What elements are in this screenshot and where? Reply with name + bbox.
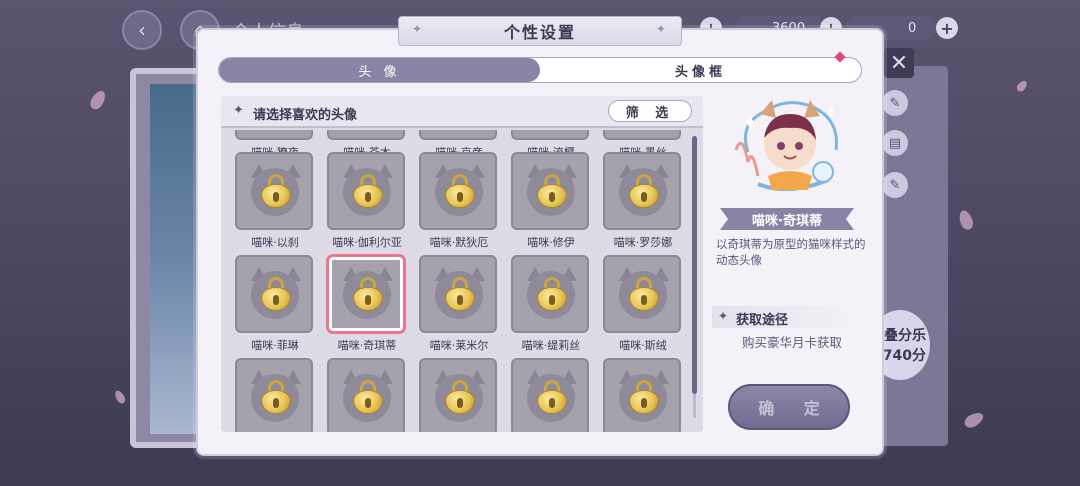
petal-decoration — [1015, 78, 1029, 94]
lock-icon — [353, 277, 383, 311]
avatar-option[interactable] — [235, 358, 315, 432]
avatar-thumbnail[interactable] — [327, 358, 405, 432]
avatar-thumbnail[interactable] — [603, 130, 681, 140]
avatar-option[interactable]: 喵咪·斯绒 — [603, 255, 683, 353]
tab-avatar[interactable]: 头 像 — [219, 58, 540, 82]
lock-icon — [629, 174, 659, 208]
lock-icon — [261, 277, 291, 311]
avatar-option[interactable]: 喵咪·缇莉丝 — [511, 255, 591, 353]
avatar-thumbnail[interactable] — [235, 130, 313, 140]
avatar-option-label: 喵咪·莱米尔 — [429, 339, 489, 352]
avatar-option-label: 喵咪·修伊 — [527, 236, 575, 249]
lock-icon — [353, 380, 383, 414]
avatar-thumbnail[interactable] — [327, 130, 405, 140]
lock-icon — [261, 174, 291, 208]
avatar-thumbnail[interactable] — [327, 255, 405, 333]
avatar-option-label: 喵咪·奇琪蒂 — [337, 339, 397, 352]
avatar-thumbnail[interactable] — [603, 358, 681, 432]
lock-icon — [445, 277, 475, 311]
avatar-option-label: 喵咪·以刹 — [251, 236, 299, 249]
confirm-button[interactable]: 确 定 — [728, 384, 850, 430]
background-side-panel — [878, 66, 948, 446]
avatar-list-panel: ✦ 请选择喜欢的头像 筛 选 喵咪·獠夜喵咪·苍木喵咪·京彦喵咪·流樱喵咪·墨丝… — [221, 96, 703, 432]
avatar-option[interactable] — [419, 358, 499, 432]
avatar-thumbnail[interactable] — [419, 130, 497, 140]
avatar-option[interactable]: 喵咪·奇琪蒂 — [327, 255, 407, 353]
avatar-description: 以奇琪蒂为原型的猫咪样式的动态头像 — [716, 237, 866, 267]
avatar-thumbnail[interactable] — [235, 358, 313, 432]
tab-avatar-frame[interactable]: 头像框 — [540, 58, 861, 82]
avatar-option-label: 喵咪·菲琳 — [251, 339, 299, 352]
sparkle-icon: ✦ — [656, 22, 667, 36]
petal-decoration — [87, 88, 109, 112]
avatar-option-label: 喵咪·罗莎娜 — [613, 236, 673, 249]
petal-decoration — [113, 388, 127, 406]
avatar-thumbnail[interactable] — [511, 358, 589, 432]
avatar-grid[interactable]: 喵咪·獠夜喵咪·苍木喵咪·京彦喵咪·流樱喵咪·墨丝喵咪·以刹喵咪·伽利尔亚喵咪·… — [221, 130, 691, 432]
avatar-thumbnail[interactable] — [327, 152, 405, 230]
document-icon[interactable]: ▤ — [882, 130, 908, 156]
sparkle-icon: ✦ — [412, 22, 423, 36]
dialog-title: 个性设置 — [398, 16, 682, 46]
feather-icon[interactable]: ✎ — [882, 90, 908, 116]
back-icon[interactable]: ‹ — [122, 10, 162, 50]
acquire-header: ✦ 获取途径 — [712, 306, 866, 328]
tab-bar: 头 像 头像框 — [218, 57, 862, 83]
petal-decoration — [962, 409, 986, 431]
avatar-thumbnail[interactable] — [235, 255, 313, 333]
feather-icon[interactable]: ✎ — [882, 172, 908, 198]
sparkle-icon: ✦ — [233, 103, 244, 118]
lock-icon — [261, 380, 291, 414]
avatar-thumbnail[interactable] — [511, 130, 589, 140]
avatar-thumbnail[interactable] — [419, 152, 497, 230]
avatar-thumbnail[interactable] — [511, 152, 589, 230]
avatar-option[interactable] — [327, 358, 407, 432]
lock-icon — [629, 380, 659, 414]
acquire-method: 购买豪华月卡获取 — [741, 335, 842, 350]
lock-icon — [537, 174, 567, 208]
list-header: ✦ 请选择喜欢的头像 筛 选 — [221, 96, 703, 128]
selected-avatar-preview — [728, 92, 848, 202]
avatar-option[interactable] — [603, 358, 683, 432]
close-icon[interactable]: ✕ — [884, 48, 914, 78]
avatar-option[interactable]: 喵咪·以刹 — [235, 152, 315, 250]
avatar-thumbnail[interactable] — [419, 358, 497, 432]
lock-icon — [537, 380, 567, 414]
avatar-option[interactable]: 喵咪·莱米尔 — [419, 255, 499, 353]
avatar-option[interactable]: 喵咪·菲琳 — [235, 255, 315, 353]
lock-icon — [629, 277, 659, 311]
avatar-option[interactable]: 喵咪·修伊 — [511, 152, 591, 250]
add-currency-icon[interactable]: + — [936, 17, 958, 39]
avatar-thumbnail[interactable] — [235, 152, 313, 230]
list-header-label: 请选择喜欢的头像 — [253, 108, 358, 123]
avatar-option[interactable] — [511, 358, 591, 432]
lock-icon — [445, 174, 475, 208]
selected-avatar-name: 喵咪·奇琪蒂 — [720, 208, 854, 230]
avatar-option[interactable]: 喵咪·默狄厄 — [419, 152, 499, 250]
filter-button[interactable]: 筛 选 — [608, 100, 692, 122]
avatar-option[interactable]: 喵咪·罗莎娜 — [603, 152, 683, 250]
avatar-thumbnail[interactable] — [603, 255, 681, 333]
avatar-option-label: 喵咪·默狄厄 — [429, 236, 489, 249]
sparkle-icon: ✦ — [718, 309, 729, 323]
acquire-title: 获取途径 — [736, 313, 789, 328]
avatar-thumbnail[interactable] — [511, 255, 589, 333]
avatar-thumbnail[interactable] — [603, 152, 681, 230]
avatar-option-label: 喵咪·伽利尔亚 — [332, 236, 402, 249]
avatar-thumbnail[interactable] — [419, 255, 497, 333]
scrollbar-thumb[interactable] — [692, 136, 697, 394]
lock-icon — [537, 277, 567, 311]
lock-icon — [353, 174, 383, 208]
avatar-option[interactable]: 喵咪·伽利尔亚 — [327, 152, 407, 250]
avatar-option-label: 喵咪·斯绒 — [619, 339, 667, 352]
petal-decoration — [956, 208, 976, 232]
avatar-option-label: 喵咪·缇莉丝 — [521, 339, 581, 352]
lock-icon — [445, 380, 475, 414]
